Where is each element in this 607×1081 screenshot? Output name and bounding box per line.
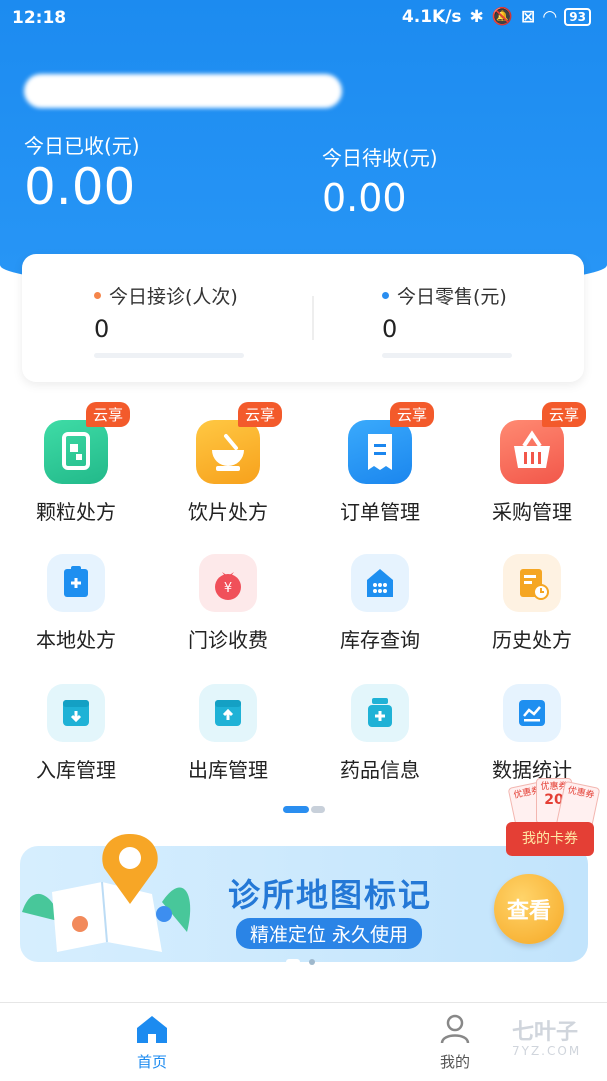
banner-pager (286, 950, 316, 969)
granule-prescription-label: 颗粒处方 (36, 500, 116, 524)
retail-value: 0 (382, 315, 398, 343)
status-bar: 12:18 4.1K/s ✱ 🔕 ⊠ ◠ 93 (0, 0, 607, 36)
retail-dot (382, 292, 389, 299)
order-receipt-icon: 云享 (348, 402, 435, 484)
tab-home-label: 首页 (136, 1053, 167, 1071)
cloud-badge: 云享 (86, 402, 131, 427)
inbox-in-icon (47, 684, 105, 742)
view-button[interactable]: 查看 (494, 874, 564, 944)
user-icon (440, 1014, 470, 1044)
status-time: 12:18 (12, 8, 67, 28)
inventory-query-button[interactable]: 库存查询 (304, 554, 456, 653)
bluetooth-icon: ✱ (469, 7, 484, 27)
stats-card: 今日接诊(人次) 0 今日零售(元) 0 (22, 254, 584, 382)
outpatient-charge-label: 门诊收费 (188, 628, 268, 652)
stock-out-label: 出库管理 (188, 758, 268, 782)
network-speed: 4.1K/s (401, 7, 462, 27)
pager-dot-active[interactable] (283, 806, 309, 813)
visits-dot (94, 292, 101, 299)
drug-info-button[interactable]: 药品信息 (304, 684, 456, 783)
map-pin-illustration (22, 834, 191, 952)
redacted-clinic-name (24, 74, 342, 108)
local-prescription-label: 本地处方 (36, 628, 116, 652)
banner-subtitle: 精准定位 永久使用 (236, 918, 423, 949)
order-management-label: 订单管理 (340, 500, 420, 524)
clipboard-plus-icon (47, 554, 105, 612)
mute-icon: 🔕 (491, 7, 513, 27)
pager-dot[interactable] (311, 806, 325, 813)
medicine-bottle-icon (351, 684, 409, 742)
granule-prescription-icon: 云享 (44, 402, 131, 484)
watermark-sub: 7YZ.COM (512, 1044, 582, 1058)
stock-out-button[interactable]: 出库管理 (152, 684, 304, 783)
herbal-slices-label: 饮片处方 (188, 500, 268, 524)
order-management-button[interactable]: 云享 订单管理 (304, 402, 456, 525)
inbox-out-icon (199, 684, 257, 742)
sim-icon: ⊠ (520, 7, 536, 27)
purchase-management-label: 采购管理 (492, 500, 572, 524)
inventory-query-label: 库存查询 (340, 628, 420, 652)
wifi-icon: ◠ (543, 7, 557, 27)
tab-home[interactable]: 首页 (107, 1013, 197, 1072)
granule-prescription-button[interactable]: 云享 颗粒处方 (0, 402, 152, 525)
outpatient-charge-button[interactable]: ¥ 门诊收费 (152, 554, 304, 653)
pending-label: 今日待收(元) (322, 146, 438, 170)
history-prescription-button[interactable]: 历史处方 (456, 554, 607, 653)
herbal-slices-icon: 云享 (196, 402, 283, 484)
money-bag-icon: ¥ (199, 554, 257, 612)
coupon-label: 我的卡券 (506, 822, 594, 856)
my-coupons-button[interactable]: 优惠券 优惠券 20 优惠券 我的卡券 (502, 778, 601, 874)
warehouse-icon (351, 554, 409, 612)
cloud-badge: 云享 (390, 402, 435, 427)
stats-divider (312, 296, 314, 340)
pending-value: 0.00 (322, 176, 407, 220)
cloud-badge: 云享 (238, 402, 283, 427)
visits-value: 0 (94, 315, 110, 343)
shopping-basket-icon: 云享 (500, 402, 587, 484)
history-prescription-label: 历史处方 (492, 628, 572, 652)
herbal-slices-button[interactable]: 云享 饮片处方 (152, 402, 304, 525)
chart-line-icon (503, 684, 561, 742)
cloud-badge: 云享 (542, 402, 587, 427)
visits-bar (94, 353, 244, 358)
retail-stat[interactable]: 今日零售(元) 0 (382, 282, 512, 358)
data-statistics-label: 数据统计 (492, 758, 572, 782)
retail-label: 今日零售(元) (397, 286, 507, 308)
banner-dot-active (286, 959, 300, 965)
battery-icon: 93 (564, 8, 591, 26)
received-value: 0.00 (24, 158, 136, 216)
tab-mine[interactable]: 我的 (410, 1013, 500, 1072)
retail-bar (382, 353, 512, 358)
status-icons: 4.1K/s ✱ 🔕 ⊠ ◠ 93 (402, 7, 591, 27)
banner-dot (309, 959, 316, 965)
visits-stat[interactable]: 今日接诊(人次) 0 (94, 282, 244, 358)
drug-info-label: 药品信息 (340, 758, 420, 782)
local-prescription-button[interactable]: 本地处方 (0, 554, 152, 653)
banner-title: 诊所地图标记 (228, 876, 433, 914)
home-icon (137, 1016, 167, 1043)
history-document-icon (503, 554, 561, 612)
stock-in-button[interactable]: 入库管理 (0, 684, 152, 783)
tab-mine-label: 我的 (439, 1053, 470, 1071)
visits-label: 今日接诊(人次) (109, 286, 238, 308)
data-statistics-button[interactable]: 数据统计 (456, 684, 607, 783)
stock-in-label: 入库管理 (36, 758, 116, 782)
watermark-logo: 七叶子 (512, 1020, 579, 1045)
svg-text:¥: ¥ (224, 581, 232, 596)
purchase-management-button[interactable]: 云享 采购管理 (456, 402, 607, 525)
received-label: 今日已收(元) (24, 134, 140, 158)
